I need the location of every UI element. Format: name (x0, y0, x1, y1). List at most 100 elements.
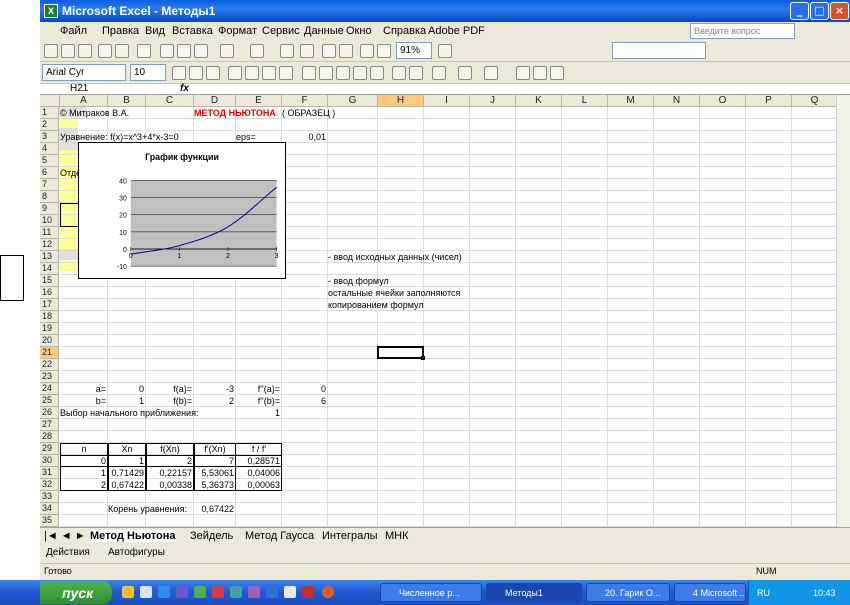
menu-tools[interactable]: Сервис (262, 25, 300, 37)
row-header-1[interactable]: 1 (40, 107, 59, 119)
undo-icon[interactable] (220, 44, 234, 58)
quicklaunch-icon[interactable] (212, 586, 224, 598)
close-icon[interactable]: × (830, 2, 849, 20)
cell-d1[interactable]: МЕТОД НЬЮТОНА (194, 108, 276, 118)
percent-icon[interactable] (319, 66, 333, 80)
decrease-decimal-icon[interactable] (370, 66, 384, 80)
row-header-6[interactable]: 6 (40, 167, 59, 179)
drawing-icon[interactable] (377, 44, 391, 58)
cell-b30[interactable]: 1 (108, 456, 146, 466)
chart-wizard-icon[interactable] (360, 44, 374, 58)
open-icon[interactable] (61, 44, 75, 58)
menu-window[interactable]: Окно (346, 25, 372, 37)
quicklaunch-icon[interactable] (176, 586, 188, 598)
quicklaunch-icon[interactable] (302, 586, 314, 598)
function-chart[interactable]: График функции-100102030400 1 2 3 (78, 142, 286, 279)
row-header-33[interactable]: 33 (40, 491, 59, 503)
font-color-icon[interactable] (484, 66, 498, 80)
vertical-scrollbar[interactable] (836, 95, 850, 527)
menu-view[interactable]: Вид (145, 25, 165, 37)
print-icon[interactable] (98, 44, 112, 58)
row-header-28[interactable]: 28 (40, 431, 59, 443)
cell-d30[interactable]: 7 (194, 456, 236, 466)
cell-c32[interactable]: 0,00338 (146, 480, 194, 490)
cell-e26[interactable]: 1 (236, 408, 282, 418)
menu-adobe-pdf[interactable]: Adobe PDF (428, 25, 485, 37)
row-header-32[interactable]: 32 (40, 479, 59, 491)
cell-b24[interactable]: 0 (108, 384, 146, 394)
tab-newton[interactable]: Метод Ньютона (90, 530, 176, 542)
row-header-24[interactable]: 24 (40, 383, 59, 395)
cell-e25[interactable]: f''(b)= (236, 396, 282, 406)
cell-a24[interactable]: a= (60, 384, 108, 394)
cell-d24[interactable]: -3 (194, 384, 236, 394)
cell-a31[interactable]: 1 (60, 468, 108, 478)
cell-e30[interactable]: 0,28571 (236, 456, 282, 466)
language-indicator[interactable]: RU (757, 588, 770, 598)
cell-a26[interactable]: Выбор начального приближения: (60, 408, 198, 418)
zoom-select[interactable]: 91% (396, 42, 432, 59)
row-header-21[interactable]: 21 (40, 347, 59, 359)
cell-f25[interactable]: 6 (282, 396, 328, 406)
row-header-23[interactable]: 23 (40, 371, 59, 383)
quicklaunch-icon[interactable] (284, 586, 296, 598)
cell-c24[interactable]: f(a)= (146, 384, 194, 394)
row-header-10[interactable]: 10 (40, 215, 59, 227)
cell-c29[interactable]: f(Xn) (146, 444, 194, 454)
row-header-18[interactable]: 18 (40, 311, 59, 323)
cell-f3[interactable]: 0,01 (282, 132, 328, 142)
task-garik[interactable]: 20. Гарик О... (586, 583, 670, 602)
column-header-n[interactable]: N (654, 95, 700, 107)
row-header-16[interactable]: 16 (40, 287, 59, 299)
title-bar[interactable]: X Microsoft Excel - Методы1 _ □ × (40, 0, 850, 22)
select-all-corner[interactable] (40, 95, 60, 107)
menu-file[interactable]: Файл (60, 25, 87, 37)
font-size-select[interactable]: 10 (130, 64, 166, 81)
cell-g17[interactable]: копированием формул (328, 300, 424, 310)
menu-edit[interactable]: Правка (102, 25, 139, 37)
start-button[interactable]: пуск (40, 581, 112, 604)
cell-e29[interactable]: f / f' (236, 444, 282, 454)
row-header-26[interactable]: 26 (40, 407, 59, 419)
cell-e32[interactable]: 0,00063 (236, 480, 282, 490)
autoshapes-menu[interactable]: Автофигуры (108, 547, 165, 558)
cell-e3[interactable]: eps= (236, 132, 256, 142)
new-icon[interactable] (44, 44, 58, 58)
ask-question-box[interactable]: Введите вопрос (690, 23, 795, 39)
row-header-20[interactable]: 20 (40, 335, 59, 347)
cell-g16[interactable]: остальные ячейки заполняются (328, 288, 460, 298)
column-header-h[interactable]: H (378, 95, 424, 107)
cell-d25[interactable]: 2 (194, 396, 236, 406)
quicklaunch-icon[interactable] (140, 586, 152, 598)
quicklaunch-icon[interactable] (248, 586, 260, 598)
row-header-17[interactable]: 17 (40, 299, 59, 311)
row-header-2[interactable]: 2 (40, 119, 59, 131)
column-header-k[interactable]: K (516, 95, 562, 107)
cell-a1[interactable]: © Митраков В.А. (60, 108, 129, 118)
align-center-icon[interactable] (245, 66, 259, 80)
help-icon[interactable] (438, 44, 452, 58)
sort-asc-icon[interactable] (322, 44, 336, 58)
autosum-icon[interactable] (300, 44, 314, 58)
quicklaunch-icon[interactable] (194, 586, 206, 598)
save-icon[interactable] (78, 44, 92, 58)
row-header-5[interactable]: 5 (40, 155, 59, 167)
row-header-9[interactable]: 9 (40, 203, 59, 215)
quicklaunch-icon[interactable] (266, 586, 278, 598)
column-header-g[interactable]: G (328, 95, 378, 107)
cell-f1[interactable]: ( ОБРАЗЕЦ ) (282, 108, 335, 118)
cell-a30[interactable]: 0 (60, 456, 108, 466)
quicklaunch-icon[interactable] (122, 586, 134, 598)
redo-icon[interactable] (250, 44, 264, 58)
menu-data[interactable]: Данные (304, 25, 344, 37)
cell-a29[interactable]: n (60, 444, 108, 454)
active-cell-h21[interactable] (377, 346, 425, 360)
font-select[interactable]: Arial Cyr (42, 64, 126, 81)
row-header-19[interactable]: 19 (40, 323, 59, 335)
cell-c31[interactable]: 0,22157 (146, 468, 194, 478)
row-header-35[interactable]: 35 (40, 515, 59, 527)
row-header-3[interactable]: 3 (40, 131, 59, 143)
column-header-e[interactable]: E (236, 95, 282, 107)
cell-b25[interactable]: 1 (108, 396, 146, 406)
cell-g15[interactable]: - ввод формул (328, 276, 389, 286)
